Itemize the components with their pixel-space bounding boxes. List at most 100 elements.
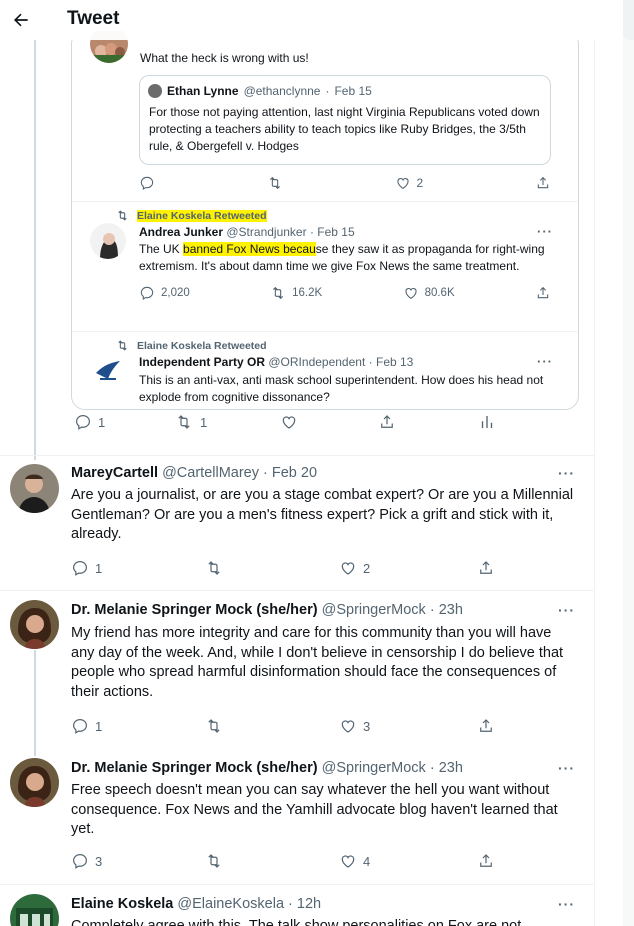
back-button[interactable] xyxy=(6,5,36,35)
more-options-button[interactable]: ··· xyxy=(537,224,553,239)
retweet-icon xyxy=(118,210,127,221)
more-options-button[interactable]: ··· xyxy=(558,602,575,618)
author-name[interactable]: MareyCartell xyxy=(71,465,158,481)
reply-button[interactable]: 1 xyxy=(71,559,102,577)
reply-button[interactable]: 3 xyxy=(71,852,102,870)
share-icon xyxy=(480,561,492,574)
heart-icon xyxy=(405,288,417,299)
share-button[interactable] xyxy=(535,285,551,301)
retweet-label: Elaine Koskela Retweeted xyxy=(116,339,267,352)
author-name[interactable]: Dr. Melanie Springer Mock (she/her) xyxy=(71,760,318,776)
more-options-button[interactable]: ··· xyxy=(537,354,553,369)
reply-icon xyxy=(73,719,87,734)
heart-icon xyxy=(282,416,296,429)
share-icon xyxy=(537,176,549,189)
author-name[interactable]: Elaine Koskela xyxy=(71,896,173,912)
like-button[interactable]: 3 xyxy=(339,717,370,735)
reply-icon xyxy=(140,286,154,300)
retweet-author-line: Independent Party OR @ORIndependent · Fe… xyxy=(139,354,413,371)
avatar[interactable] xyxy=(90,353,126,389)
share-button[interactable] xyxy=(535,175,551,191)
separator: · xyxy=(429,602,435,618)
reply-icon xyxy=(140,176,154,190)
tweet-date: Feb 15 xyxy=(317,225,355,239)
retweet-button[interactable]: 1 xyxy=(174,413,207,431)
divider xyxy=(72,331,578,332)
reply-text: Are you a journalist, or are you a stage… xyxy=(71,487,574,543)
avatar[interactable] xyxy=(10,600,59,649)
reply-count: 2,020 xyxy=(161,287,190,299)
share-button[interactable] xyxy=(378,413,396,431)
analytics-icon xyxy=(481,416,493,428)
reply-text: What the heck is wrong with us! xyxy=(140,51,309,65)
column-divider xyxy=(594,0,595,926)
share-button[interactable] xyxy=(477,852,495,870)
author-handle[interactable]: @CartellMarey xyxy=(162,465,259,481)
reply-header: Elaine Koskela @ElaineKoskela · 12h xyxy=(71,896,321,912)
retweet-button[interactable] xyxy=(205,559,223,577)
share-icon xyxy=(480,719,492,732)
storefront-avatar-icon xyxy=(10,894,59,926)
woman-avatar-icon xyxy=(10,758,59,807)
reply-count: 1 xyxy=(95,718,103,734)
retweet-button[interactable] xyxy=(205,717,223,735)
avatar[interactable] xyxy=(10,758,59,807)
inner-quote-text: For those not paying attention, last nig… xyxy=(149,105,540,153)
like-button[interactable]: 4 xyxy=(339,852,370,870)
retweet-button[interactable] xyxy=(267,175,283,191)
retweet-button[interactable] xyxy=(205,852,223,870)
like-button[interactable]: 2 xyxy=(339,559,370,577)
reply-button[interactable]: 2,020 xyxy=(139,285,190,301)
reply-text: My friend has more integrity and care fo… xyxy=(71,625,564,701)
separator: · xyxy=(263,465,268,481)
author-name: Independent Party OR xyxy=(139,355,266,369)
retweet-count: 16.2K xyxy=(292,287,323,299)
reply-button[interactable]: 1 xyxy=(71,717,102,735)
retweet-icon xyxy=(208,561,220,575)
author-name[interactable]: Dr. Melanie Springer Mock (she/her) xyxy=(71,602,318,618)
reply-button[interactable]: 1 xyxy=(74,413,105,431)
analytics-button[interactable] xyxy=(478,413,496,431)
more-options-button[interactable]: ··· xyxy=(558,896,575,912)
like-button[interactable]: 2 xyxy=(395,175,424,191)
author-handle[interactable]: @SpringerMock xyxy=(322,760,426,776)
heart-icon xyxy=(396,178,409,189)
man-avatar-icon xyxy=(10,464,59,513)
share-button[interactable] xyxy=(477,559,495,577)
tweet-date[interactable]: 23h xyxy=(439,602,463,618)
reply-header: MareyCartell @CartellMarey · Feb 20 xyxy=(71,465,317,481)
reply-count: 1 xyxy=(98,414,106,430)
avatar[interactable] xyxy=(10,464,59,513)
avatar[interactable] xyxy=(10,894,59,926)
inner-quote-card[interactable]: Ethan Lynne @ethanclynne · Feb 15 For th… xyxy=(139,75,551,165)
retweet-icon xyxy=(208,854,220,868)
like-count: 4 xyxy=(363,853,371,869)
share-button[interactable] xyxy=(477,717,495,735)
more-options-button[interactable]: ··· xyxy=(558,465,575,481)
like-button[interactable]: 80.6K xyxy=(403,285,455,301)
retweet-button[interactable]: 16.2K xyxy=(270,285,322,301)
avatar xyxy=(148,84,162,98)
like-count: 2 xyxy=(416,176,424,190)
reply-header: Dr. Melanie Springer Mock (she/her) @Spr… xyxy=(71,602,463,618)
retweet-count: 1 xyxy=(200,414,208,430)
like-count: 2 xyxy=(363,560,371,576)
page-title: Tweet xyxy=(67,8,120,29)
quoted-tweet-card[interactable]: What the heck is wrong with us! Ethan Ly… xyxy=(71,30,579,410)
avatar[interactable] xyxy=(90,223,126,259)
tweet-date[interactable]: 12h xyxy=(297,896,321,912)
retweet-label-text: Elaine Koskela Retweeted xyxy=(137,209,267,222)
author-handle[interactable]: @SpringerMock xyxy=(322,602,426,618)
right-sidebar-edge xyxy=(623,0,634,926)
retweet-label-text: Elaine Koskela Retweeted xyxy=(137,339,267,352)
reply-button[interactable] xyxy=(139,175,155,191)
author-name: Ethan Lynne xyxy=(167,84,239,98)
more-options-button[interactable]: ··· xyxy=(558,760,575,776)
woman-avatar-icon xyxy=(90,223,126,259)
author-handle[interactable]: @ElaineKoskela xyxy=(177,896,284,912)
tweet-date[interactable]: 23h xyxy=(439,760,463,776)
thread-line xyxy=(34,40,36,460)
tweet-date: Feb 15 xyxy=(334,84,372,98)
tweet-date[interactable]: Feb 20 xyxy=(272,465,317,481)
like-button[interactable] xyxy=(280,413,298,431)
